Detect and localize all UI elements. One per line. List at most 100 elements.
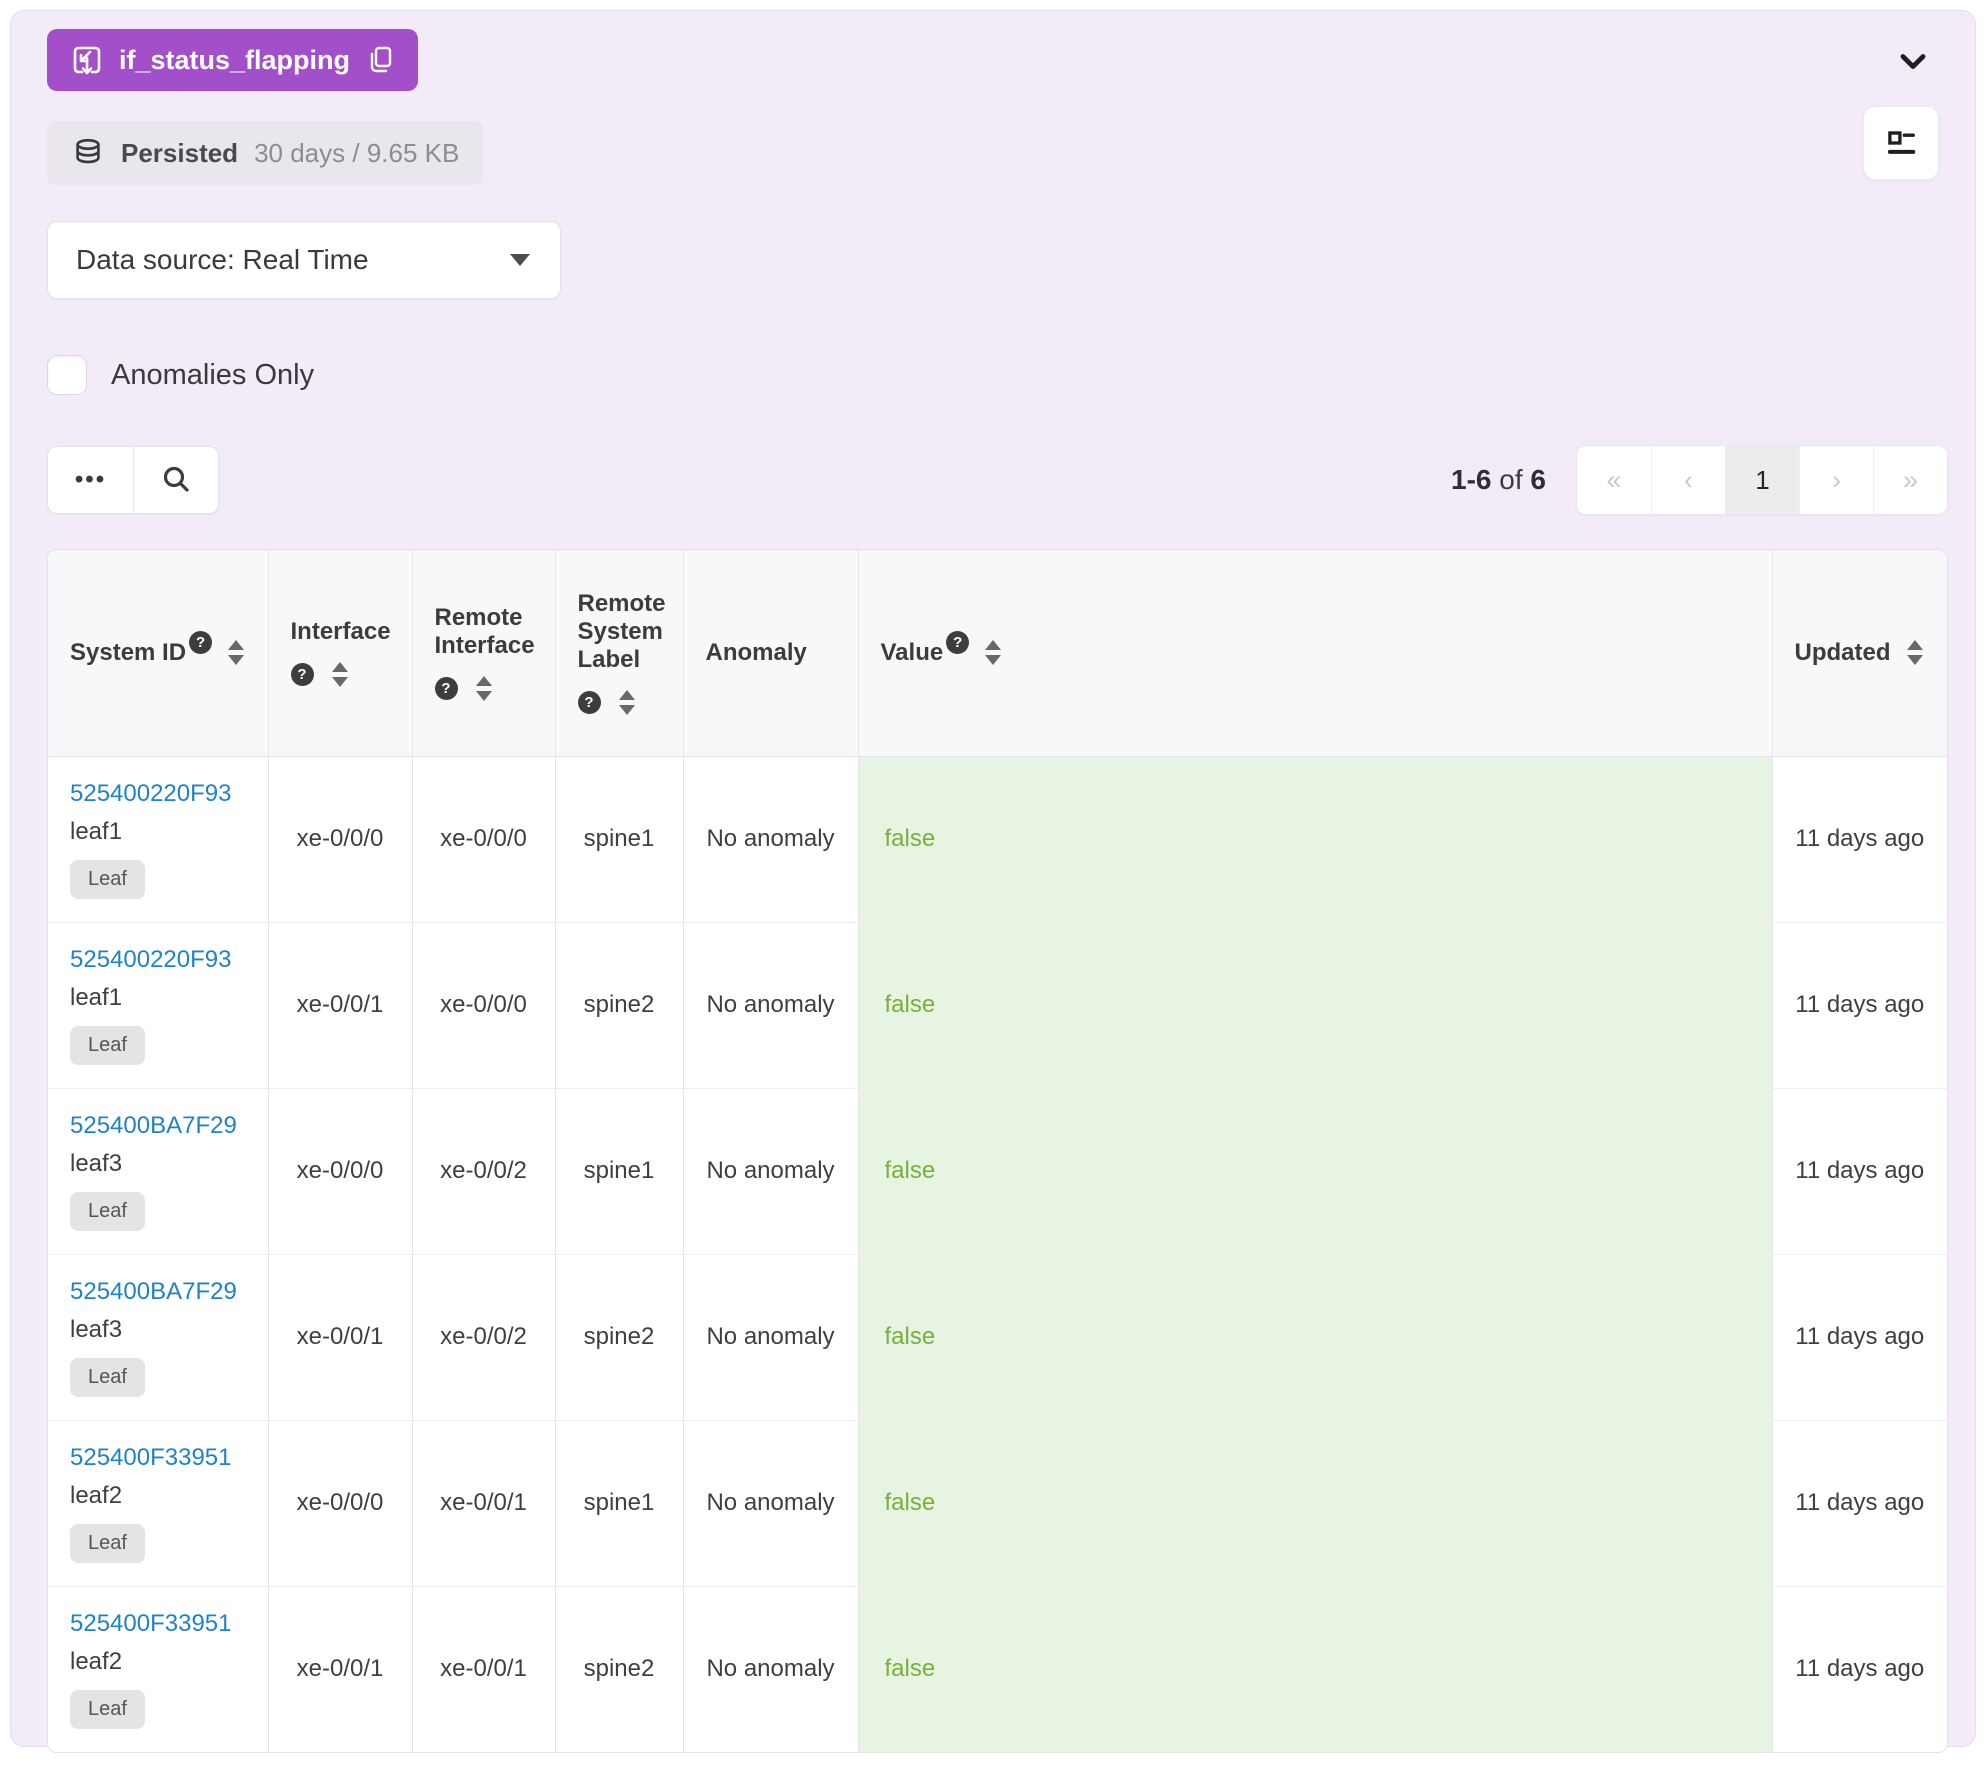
help-icon[interactable]: ?	[946, 631, 970, 655]
system-id-link[interactable]: 525400220F93	[70, 780, 231, 808]
sort-icon[interactable]	[475, 676, 492, 702]
role-badge: Leaf	[70, 1191, 145, 1231]
caret-down-icon	[510, 254, 530, 266]
hostname: leaf3	[70, 1149, 123, 1177]
next-page-button[interactable]: ›	[1799, 446, 1873, 514]
table-row: 525400220F93 leaf1 Leaf xe-0/0/0 xe-0/0/…	[48, 756, 1947, 922]
updated-cell: 11 days ago	[1772, 1419, 1947, 1586]
help-icon[interactable]: ?	[189, 631, 213, 655]
table-actions-group: •••	[47, 446, 219, 514]
help-icon[interactable]: ?	[434, 677, 458, 701]
sort-icon[interactable]	[618, 690, 635, 716]
sort-icon[interactable]	[985, 640, 1002, 666]
prev-page-button[interactable]: ‹	[1651, 446, 1725, 514]
table-body: 525400220F93 leaf1 Leaf xe-0/0/0 xe-0/0/…	[48, 756, 1947, 1752]
column-header-system-id[interactable]: System ID?	[48, 550, 269, 757]
remote-interface-cell: xe-0/0/1	[412, 1419, 556, 1586]
pagination-area: 1-6 of 6 « ‹ 1 › »	[1451, 445, 1948, 515]
role-badge: Leaf	[70, 859, 145, 899]
more-actions-button[interactable]: •••	[48, 447, 133, 513]
anomaly-cell: No anomaly	[683, 1253, 859, 1420]
probe-icon	[73, 46, 101, 75]
layout-icon	[1887, 131, 1916, 154]
remote-system-label-cell: spine2	[555, 1585, 684, 1752]
table-row: 525400F33951 leaf2 Leaf xe-0/0/0 xe-0/0/…	[48, 1419, 1947, 1586]
header-row: System ID? Interface ? Remote Interface	[48, 550, 1947, 757]
interface-cell: xe-0/0/1	[268, 1585, 413, 1752]
updated-cell: 11 days ago	[1772, 1585, 1947, 1752]
column-header-remote-system-label[interactable]: Remote System Label ?	[555, 550, 684, 757]
current-page-button[interactable]: 1	[1725, 446, 1799, 514]
remote-system-label-cell: spine2	[555, 921, 684, 1088]
last-page-button[interactable]: »	[1873, 446, 1947, 514]
anomaly-cell: No anomaly	[683, 1419, 859, 1586]
help-icon[interactable]: ?	[290, 663, 314, 687]
sort-icon[interactable]	[1906, 640, 1923, 666]
role-badge: Leaf	[70, 1523, 145, 1563]
column-header-anomaly[interactable]: Anomaly	[683, 550, 859, 757]
interface-cell: xe-0/0/0	[268, 1419, 413, 1586]
remote-interface-cell: xe-0/0/0	[412, 756, 556, 922]
table-row: 525400220F93 leaf1 Leaf xe-0/0/1 xe-0/0/…	[48, 921, 1947, 1088]
remote-interface-cell: xe-0/0/1	[412, 1585, 556, 1752]
pager: « ‹ 1 › »	[1576, 445, 1948, 515]
collapse-chevron-button[interactable]	[1889, 39, 1937, 83]
column-header-remote-interface[interactable]: Remote Interface ?	[412, 550, 556, 757]
range-start: 1-6	[1451, 464, 1492, 495]
search-button[interactable]	[133, 447, 218, 513]
datasource-dropdown[interactable]: Data source: Real Time	[47, 221, 561, 299]
remote-system-label-cell: spine2	[555, 1253, 684, 1420]
ellipsis-icon: •••	[74, 466, 107, 493]
updated-cell: 11 days ago	[1772, 1087, 1947, 1254]
column-header-value[interactable]: Value?	[858, 550, 1773, 757]
value-cell: false	[858, 1419, 1773, 1586]
copy-icon[interactable]	[364, 44, 396, 76]
system-id-link[interactable]: 525400F33951	[70, 1444, 231, 1472]
anomaly-cell: No anomaly	[683, 756, 859, 922]
probe-card: if_status_flapping Persisted 30 days / 9…	[10, 10, 1976, 1753]
system-id-cell: 525400BA7F29 leaf3 Leaf	[48, 1253, 269, 1420]
results-table-wrap: System ID? Interface ? Remote Interface	[47, 549, 1948, 1753]
help-icon[interactable]: ?	[577, 691, 601, 715]
system-id-link[interactable]: 525400BA7F29	[70, 1278, 237, 1306]
system-id-cell: 525400F33951 leaf2 Leaf	[48, 1419, 269, 1586]
system-id-link[interactable]: 525400220F93	[70, 946, 231, 974]
anomaly-cell: No anomaly	[683, 1585, 859, 1752]
remote-interface-cell: xe-0/0/2	[412, 1253, 556, 1420]
system-id-cell: 525400220F93 leaf1 Leaf	[48, 921, 269, 1088]
anomaly-cell: No anomaly	[683, 1087, 859, 1254]
sort-icon[interactable]	[331, 662, 348, 688]
system-id-cell: 525400BA7F29 leaf3 Leaf	[48, 1087, 269, 1254]
database-icon	[76, 138, 100, 164]
first-page-button[interactable]: «	[1577, 446, 1651, 514]
hostname: leaf2	[70, 1647, 123, 1675]
range-total: 6	[1530, 464, 1546, 495]
column-label: System ID	[70, 638, 187, 666]
value-cell: false	[858, 1087, 1773, 1254]
column-header-updated[interactable]: Updated	[1772, 550, 1947, 757]
pagination-range: 1-6 of 6	[1451, 464, 1546, 496]
chevron-down-icon	[1900, 54, 1926, 69]
sort-icon[interactable]	[228, 640, 245, 666]
remote-interface-cell: xe-0/0/2	[412, 1087, 556, 1254]
column-header-interface[interactable]: Interface ?	[268, 550, 413, 757]
anomalies-only-checkbox[interactable]	[47, 355, 87, 395]
role-badge: Leaf	[70, 1357, 145, 1397]
table-row: 525400BA7F29 leaf3 Leaf xe-0/0/0 xe-0/0/…	[48, 1087, 1947, 1254]
column-label: Anomaly	[705, 638, 807, 666]
anomalies-only-label: Anomalies Only	[111, 358, 315, 391]
remote-system-label-cell: spine1	[555, 756, 684, 922]
hostname: leaf1	[70, 817, 123, 845]
value-cell: false	[858, 921, 1773, 1088]
value-cell: false	[858, 756, 1773, 922]
probe-title-button[interactable]: if_status_flapping	[47, 29, 419, 91]
updated-cell: 11 days ago	[1795, 825, 1925, 852]
system-id-link[interactable]: 525400F33951	[70, 1610, 231, 1638]
search-icon	[163, 466, 189, 492]
persisted-badge: Persisted 30 days / 9.65 KB	[47, 121, 484, 185]
updated-cell: 11 days ago	[1772, 1253, 1947, 1420]
role-badge: Leaf	[70, 1025, 145, 1065]
system-id-link[interactable]: 525400BA7F29	[70, 1112, 237, 1140]
layout-toggle-button[interactable]	[1863, 106, 1939, 180]
interface-cell: xe-0/0/1	[268, 1253, 413, 1420]
